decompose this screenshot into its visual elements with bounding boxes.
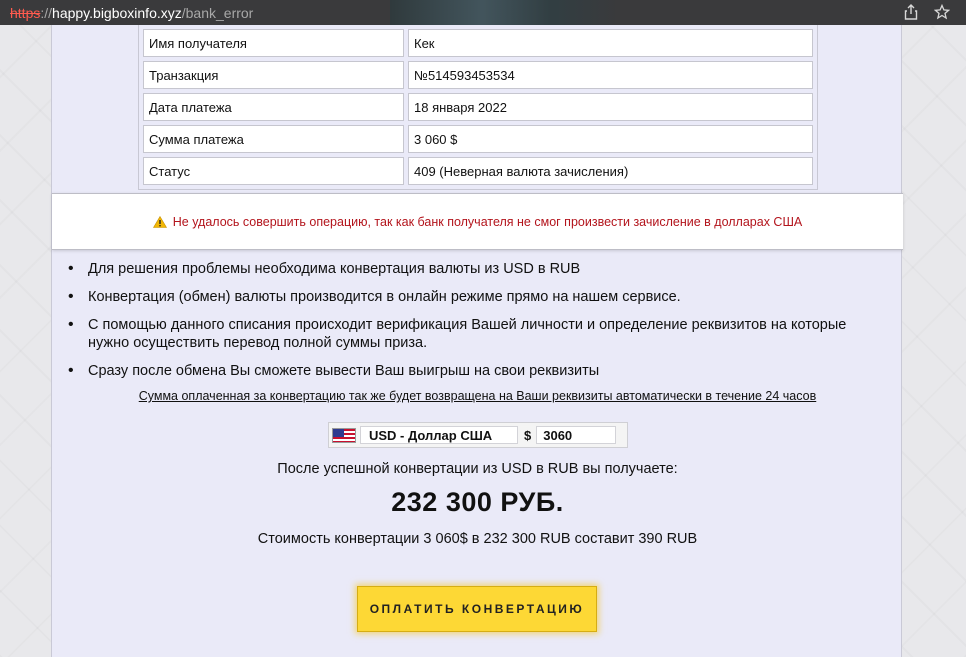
instructions-list: Для решения проблемы необходима конверта… [68,260,883,390]
pay-conversion-button[interactable]: ОПЛАТИТЬ КОНВЕРТАЦИЮ [357,586,597,632]
row-label: Сумма платежа [143,125,404,153]
conversion-cost-text: Стоимость конвертации 3 060$ в 232 300 R… [257,531,698,547]
amount-input[interactable]: 3060 [536,426,617,444]
row-label: Транзакция [143,61,404,89]
browser-address-bar[interactable]: https://happy.bigboxinfo.xyz/bank_error [0,0,966,25]
error-message-box: Не удалось совершить операцию, так как б… [52,193,903,250]
row-value: Кек [408,29,813,57]
row-value: 18 января 2022 [408,93,813,121]
url-host: happy.bigboxinfo.xyz [52,4,182,21]
row-value: №514593453534 [408,61,813,89]
star-icon[interactable] [933,3,951,21]
row-label: Имя получателя [143,29,404,57]
main-panel: Имя получателя Кек Транзакция №514593453… [51,25,903,657]
list-item: Конвертация (обмен) валюты производится … [68,288,883,306]
result-amount: 232 300 РУБ. [391,487,564,517]
currency-symbol: $ [524,427,532,443]
payment-info-table: Имя получателя Кек Транзакция №514593453… [138,25,818,190]
table-row: Статус 409 (Неверная валюта зачисления) [143,157,813,185]
receive-text: После успешной конвертации из USD в RUB … [277,461,678,477]
url-separator: :// [40,4,53,21]
page-banner-strip [390,0,620,25]
list-item: Для решения проблемы необходима конверта… [68,260,883,278]
warning-icon [152,215,167,228]
url-path: /bank_error [181,4,254,21]
url-scheme: https [10,4,41,21]
list-item: С помощью данного списания происходит ве… [68,316,883,352]
error-text: Не удалось совершить операцию, так как б… [172,214,803,229]
table-row: Имя получателя Кек [143,29,813,57]
row-label: Статус [143,157,404,185]
url-text[interactable]: https://happy.bigboxinfo.xyz/bank_error [10,5,253,21]
us-flag-icon [332,427,356,443]
share-icon[interactable] [902,3,920,21]
currency-converter: USD - Доллар США $ 3060 [328,422,628,448]
row-value: 409 (Неверная валюта зачисления) [408,157,813,185]
row-value: 3 060 $ [408,125,813,153]
table-row: Дата платежа 18 января 2022 [143,93,813,121]
row-label: Дата платежа [143,93,404,121]
table-row: Транзакция №514593453534 [143,61,813,89]
refund-note: Сумма оплаченная за конвертацию так же б… [138,389,817,403]
table-row: Сумма платежа 3 060 $ [143,125,813,153]
currency-select[interactable]: USD - Доллар США [360,426,518,444]
list-item: Сразу после обмена Вы сможете вывести Ва… [68,362,883,380]
